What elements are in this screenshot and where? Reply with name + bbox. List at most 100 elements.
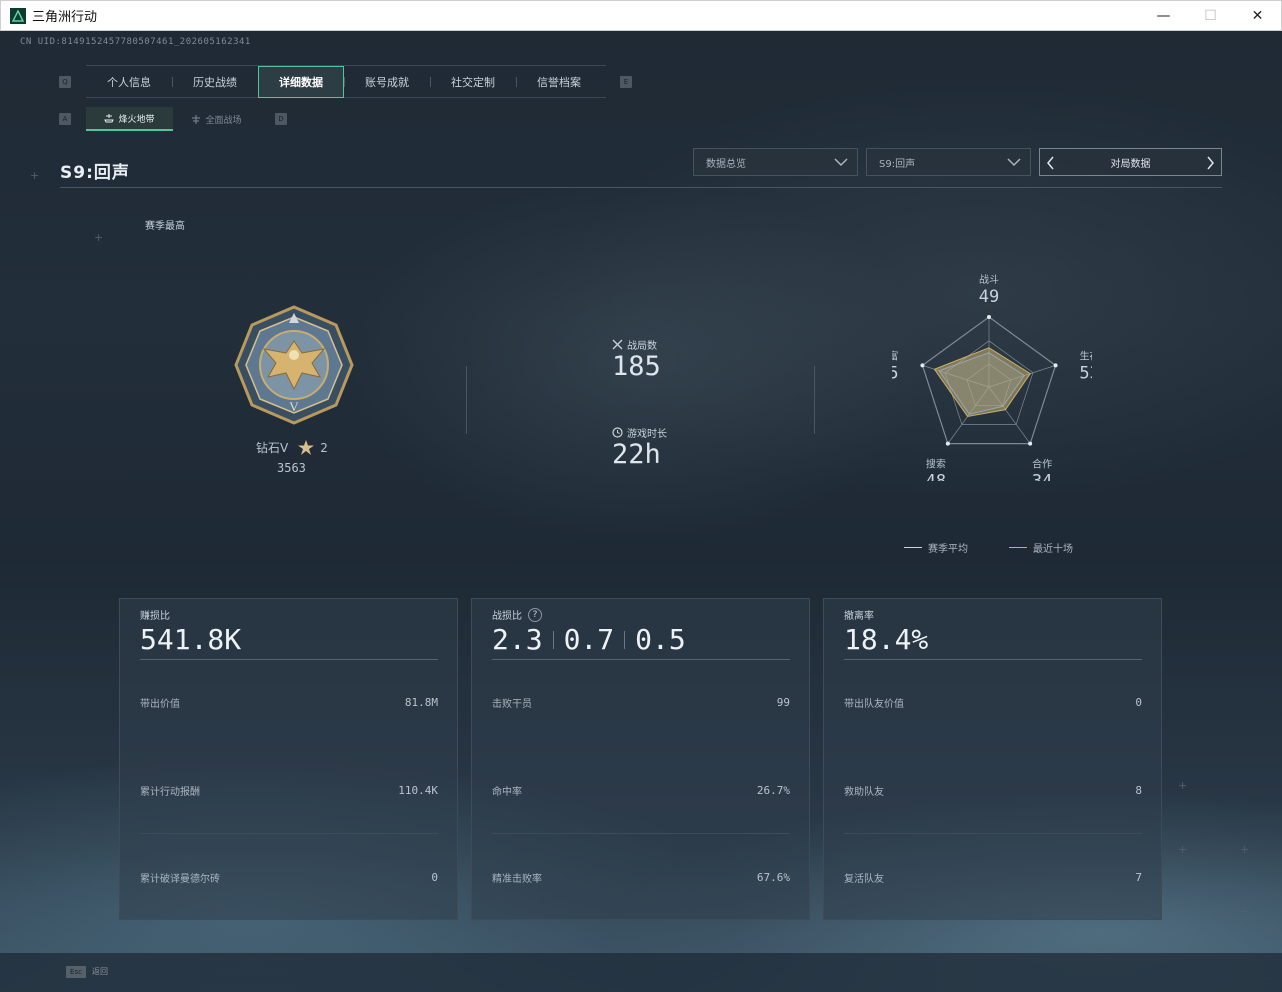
- deco-cross-icon: +: [1178, 779, 1188, 792]
- deco-cross-icon: +: [1240, 905, 1250, 918]
- radar-axis-label: 生存: [1080, 349, 1092, 362]
- tab-reputation[interactable]: 信誉档案: [516, 66, 602, 98]
- window-title: 三角洲行动: [32, 10, 98, 25]
- match-data-label: 对局数据: [1110, 158, 1151, 170]
- tab-social[interactable]: 社交定制: [430, 66, 516, 98]
- subtab-next-key[interactable]: D: [275, 113, 287, 125]
- chevron-right-icon[interactable]: [1204, 155, 1216, 171]
- footer-bar: [0, 953, 1282, 992]
- matches-value: 185: [612, 351, 661, 382]
- window-titlebar: 三角洲行动 — ☐ ✕: [0, 0, 1282, 31]
- tab-personal-info[interactable]: 个人信息: [86, 66, 172, 98]
- card-main-value: 18.4%: [844, 623, 929, 656]
- tab-next-key[interactable]: E: [620, 76, 632, 88]
- card-main-value: 541.8K: [140, 623, 242, 656]
- season-dropdown[interactable]: S9:回声: [866, 148, 1031, 176]
- radar-vertex-dot: [987, 315, 991, 319]
- player-uid: CN UID:8149152457780507461_202605162341: [20, 37, 251, 47]
- battlefield-icon: [192, 114, 201, 124]
- radar-vertex-dot: [945, 441, 950, 446]
- card-row: 累计破译曼德尔砖 0: [140, 870, 438, 885]
- subtab-fire-zone[interactable]: 烽火地带: [86, 107, 173, 131]
- main-tab-bar: 个人信息 历史战绩 详细数据 账号成就 社交定制 信誉档案: [86, 65, 606, 98]
- tab-prev-key[interactable]: Q: [59, 76, 71, 88]
- clock-icon: [612, 427, 623, 438]
- deco-cross-icon: +: [1178, 905, 1188, 918]
- radar-axis-label: 合作: [1032, 458, 1052, 471]
- row-divider: [492, 833, 790, 834]
- game-viewport: CN UID:8149152457780507461_202605162341 …: [0, 31, 1282, 992]
- back-label[interactable]: 返回: [92, 966, 108, 977]
- card-row: 累计行动报酬 110.4K: [140, 783, 438, 798]
- matches-label: 战局数: [612, 337, 657, 352]
- stats-divider: [814, 366, 815, 434]
- stats-divider: [466, 366, 467, 434]
- app-logo-icon: [10, 7, 26, 24]
- card-heading: 战损比 ?: [492, 607, 542, 622]
- card-row: 命中率 26.7%: [492, 783, 790, 798]
- card-main-value: 2.3 0.7 0.5: [492, 623, 686, 656]
- page-title: S9:回声: [60, 163, 130, 183]
- card-row: 救助队友 8: [844, 783, 1142, 798]
- tab-achievements[interactable]: 账号成就: [344, 66, 430, 98]
- chevron-down-icon: [1007, 158, 1021, 167]
- chevron-down-icon: [834, 158, 848, 167]
- svg-text:V: V: [289, 399, 299, 414]
- legend-recent-ten: 最近十场: [1009, 540, 1073, 555]
- radar-axis-value: 49: [979, 287, 999, 307]
- subtab-battlefield[interactable]: 全面战场: [173, 107, 260, 131]
- legend-recent-line: [1009, 547, 1027, 548]
- deco-cross-icon: +: [1178, 843, 1188, 856]
- crossed-swords-icon: [612, 339, 623, 350]
- season-best-label: 赛季最高: [145, 221, 185, 232]
- card-row: 带出价值 81.8M: [140, 695, 438, 710]
- radar-axis-label: 战斗: [979, 274, 999, 286]
- tab-detailed-data[interactable]: 详细数据: [258, 66, 344, 98]
- star-icon: [298, 440, 315, 455]
- subtab-fire-zone-label: 烽火地带: [118, 114, 155, 125]
- radar-vertex-dot: [920, 363, 925, 368]
- help-icon[interactable]: ?: [528, 607, 542, 622]
- radar-axis-label: 财富: [892, 349, 898, 362]
- deco-cross-icon: +: [1240, 843, 1250, 856]
- rank-stars: 2: [320, 440, 328, 455]
- subtab-battlefield-label: 全面战场: [205, 115, 242, 126]
- fire-zone-icon: [104, 113, 115, 122]
- playtime-label: 游戏时长: [612, 425, 667, 440]
- esc-key-button[interactable]: Esc: [66, 966, 86, 978]
- card-row: 带出队友价值 0: [844, 695, 1142, 710]
- match-data-selector[interactable]: 对局数据: [1039, 148, 1222, 176]
- data-type-dropdown[interactable]: 数据总览: [693, 148, 858, 176]
- kill-death-card: 战损比 ? 2.3 0.7 0.5 击败干员 99 命中率 26.7% 精准击败率 6…: [471, 598, 810, 920]
- radar-axis-value: 75: [892, 363, 899, 383]
- card-row: 复活队友 7: [844, 870, 1142, 885]
- sub-tab-bar: 烽火地带 全面战场: [86, 107, 260, 131]
- close-button[interactable]: ✕: [1234, 1, 1281, 31]
- card-divider: [844, 659, 1142, 660]
- chevron-left-icon[interactable]: [1045, 155, 1057, 171]
- data-type-value: 数据总览: [706, 158, 746, 170]
- radar-vertex-dot: [1053, 363, 1058, 368]
- radar-axis-value: 48: [926, 472, 946, 481]
- row-divider: [140, 833, 438, 834]
- card-divider: [492, 659, 790, 660]
- playtime-value: 22h: [612, 439, 661, 470]
- maximize-button[interactable]: ☐: [1187, 1, 1234, 31]
- profit-loss-card: 赚损比 541.8K 带出价值 81.8M 累计行动报酬 110.4K 累计破译曼德…: [119, 598, 458, 920]
- radar-vertex-dot: [1028, 441, 1033, 446]
- rank-points: 3563: [277, 461, 306, 475]
- row-divider: [844, 833, 1142, 834]
- rank-name: 钻石V 2: [256, 439, 328, 456]
- radar-axis-value: 53: [1079, 363, 1092, 383]
- season-value: S9:回声: [879, 158, 916, 170]
- minimize-button[interactable]: —: [1140, 1, 1187, 31]
- card-heading: 赚损比: [140, 611, 170, 622]
- card-row: 击败干员 99: [492, 695, 790, 710]
- card-heading: 撤离率: [844, 611, 874, 622]
- legend-season-average: 赛季平均: [904, 540, 968, 555]
- rank-badge-icon: V: [234, 305, 354, 425]
- subtab-prev-key[interactable]: A: [59, 113, 71, 125]
- legend-season-line: [904, 547, 922, 548]
- tab-history[interactable]: 历史战绩: [172, 66, 258, 98]
- rank-name-text: 钻石V: [256, 441, 289, 455]
